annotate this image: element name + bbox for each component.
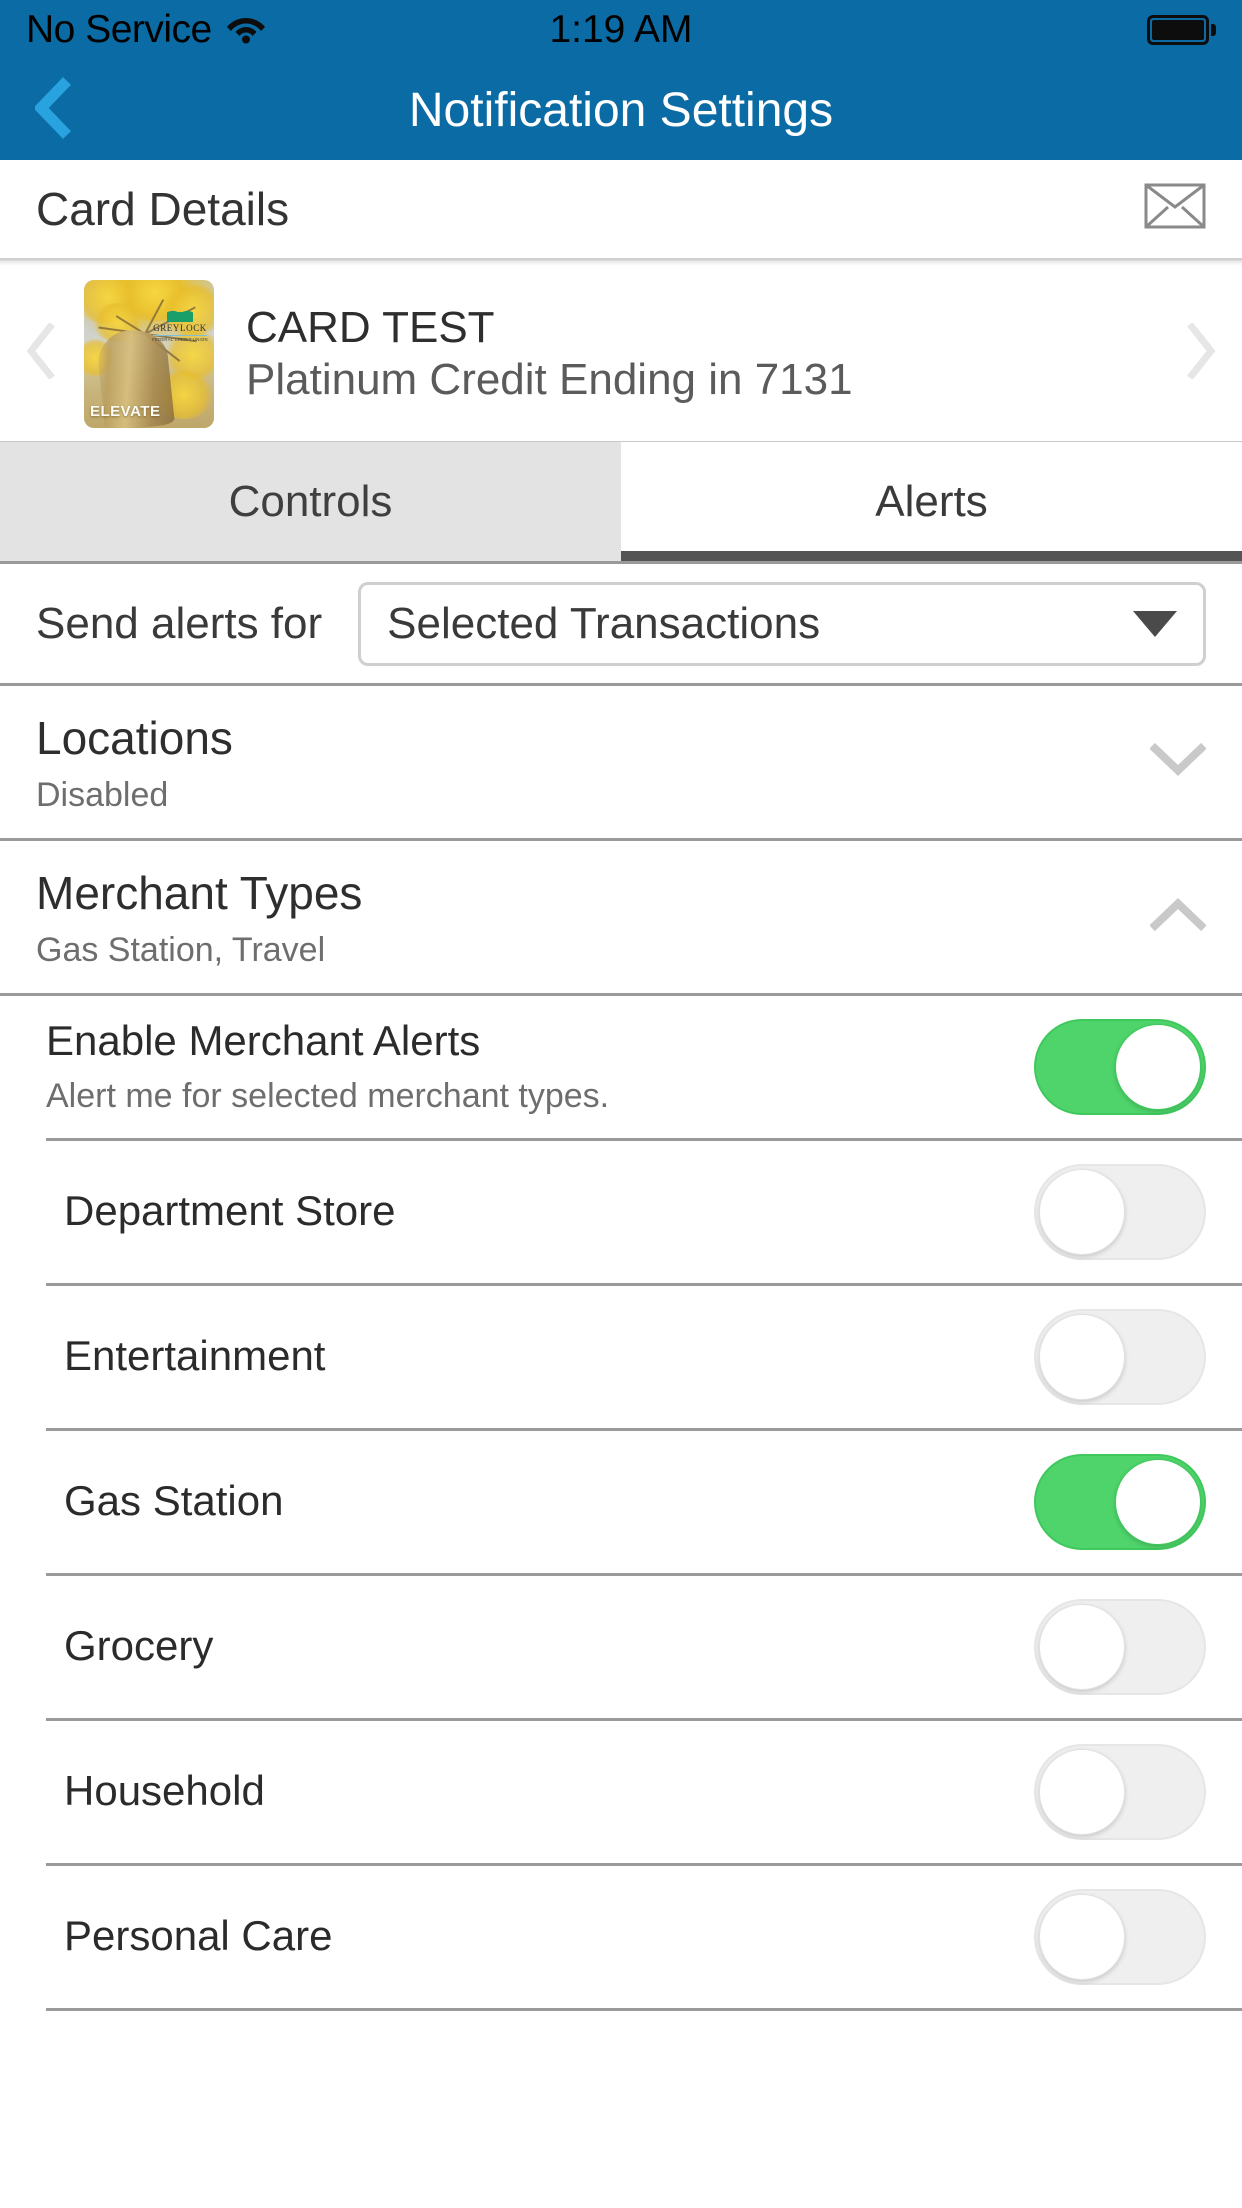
card-details-title: Card Details (36, 182, 290, 235)
chevron-right-icon (1184, 322, 1218, 384)
merchant-label: Gas Station (64, 1477, 284, 1525)
toggle-merchant-grocery[interactable] (1034, 1598, 1206, 1695)
chevron-down-icon[interactable] (1149, 742, 1207, 781)
page-title: Notification Settings (408, 83, 834, 137)
merchant-label: Personal Care (64, 1912, 333, 1960)
carrier-label: No Service (26, 8, 212, 51)
row-merchant-personal-care: Personal Care (0, 1865, 1242, 2008)
toggle-merchant-household[interactable] (1034, 1743, 1206, 1840)
mountain-logo-icon (167, 305, 193, 322)
status-bar: No Service 1:19 AM (0, 0, 1242, 60)
row-merchant-grocery: Grocery (0, 1575, 1242, 1718)
toggle-enable-merchant-alerts[interactable] (1034, 1018, 1206, 1115)
card-artwork: GREYLOCK FEDERAL CREDIT UNION ELEVATE (84, 279, 214, 428)
chevron-left-icon (24, 322, 58, 384)
row-merchant-gas-station: Gas Station (0, 1430, 1242, 1573)
card-brand-sub: FEDERAL CREDIT UNION (152, 336, 208, 342)
section-locations[interactable]: Locations Disabled (0, 686, 1242, 841)
send-alerts-selected-value: Selected Transactions (387, 598, 821, 648)
send-alerts-select[interactable]: Selected Transactions (358, 581, 1206, 666)
carousel-next-button[interactable] (1164, 322, 1238, 384)
section-separator (0, 258, 1242, 266)
section-locations-subtitle: Disabled (36, 776, 169, 815)
toggle-merchant-personal-care[interactable] (1034, 1888, 1206, 1985)
section-locations-title: Locations (36, 712, 233, 764)
status-bar-left: No Service (26, 8, 266, 52)
merchant-label: Entertainment (64, 1332, 326, 1380)
nav-bar: Notification Settings (0, 60, 1242, 160)
section-merchant-types-subtitle: Gas Station, Travel (36, 930, 326, 969)
card-info: CARD TEST Platinum Credit Ending in 7131 (246, 302, 1164, 406)
merchant-label: Household (64, 1767, 265, 1815)
card-details-header: Card Details (0, 160, 1242, 258)
battery-icon (1147, 15, 1216, 45)
enable-merchant-alerts-subtitle: Alert me for selected merchant types. (46, 1077, 610, 1116)
card-carousel: GREYLOCK FEDERAL CREDIT UNION ELEVATE CA… (0, 266, 1242, 442)
chevron-up-icon[interactable] (1149, 897, 1207, 936)
envelope-icon[interactable] (1144, 183, 1206, 234)
tab-alerts[interactable]: Alerts (621, 442, 1242, 561)
card-brand-name: GREYLOCK (153, 322, 207, 333)
send-alerts-row: Send alerts for Selected Transactions (0, 564, 1242, 686)
back-button[interactable] (0, 60, 110, 160)
section-merchant-types-title: Merchant Types (36, 866, 363, 919)
merchant-label: Department Store (64, 1187, 396, 1235)
card-program-name: ELEVATE (90, 402, 161, 420)
card-brand-logo: GREYLOCK FEDERAL CREDIT UNION (151, 305, 209, 342)
card-name: CARD TEST (246, 302, 495, 352)
caret-down-icon (1133, 610, 1177, 637)
card-description: Platinum Credit Ending in 7131 (246, 354, 853, 404)
row-divider (46, 2007, 1242, 2011)
tab-alerts-label: Alerts (875, 476, 988, 526)
row-enable-merchant-alerts: Enable Merchant Alerts Alert me for sele… (0, 995, 1242, 1138)
toggle-merchant-gas-station[interactable] (1034, 1453, 1206, 1550)
tab-controls[interactable]: Controls (0, 442, 621, 561)
row-merchant-household: Household (0, 1720, 1242, 1863)
app-root: No Service 1:19 AM Notification Settings… (0, 0, 1242, 2208)
toggle-merchant-entertainment[interactable] (1034, 1308, 1206, 1405)
row-merchant-entertainment: Entertainment (0, 1285, 1242, 1428)
carousel-prev-button[interactable] (4, 322, 78, 384)
tab-bar: Controls Alerts (0, 442, 1242, 564)
tab-controls-label: Controls (228, 476, 393, 526)
row-merchant-department-store: Department Store (0, 1140, 1242, 1283)
send-alerts-label: Send alerts for (36, 598, 323, 648)
chevron-left-icon (33, 76, 75, 144)
section-merchant-types[interactable]: Merchant Types Gas Station, Travel (0, 840, 1242, 996)
toggle-merchant-department-store[interactable] (1034, 1163, 1206, 1260)
merchant-label: Grocery (64, 1622, 214, 1670)
wifi-icon (226, 12, 266, 49)
enable-merchant-alerts-title: Enable Merchant Alerts (46, 1017, 481, 1065)
